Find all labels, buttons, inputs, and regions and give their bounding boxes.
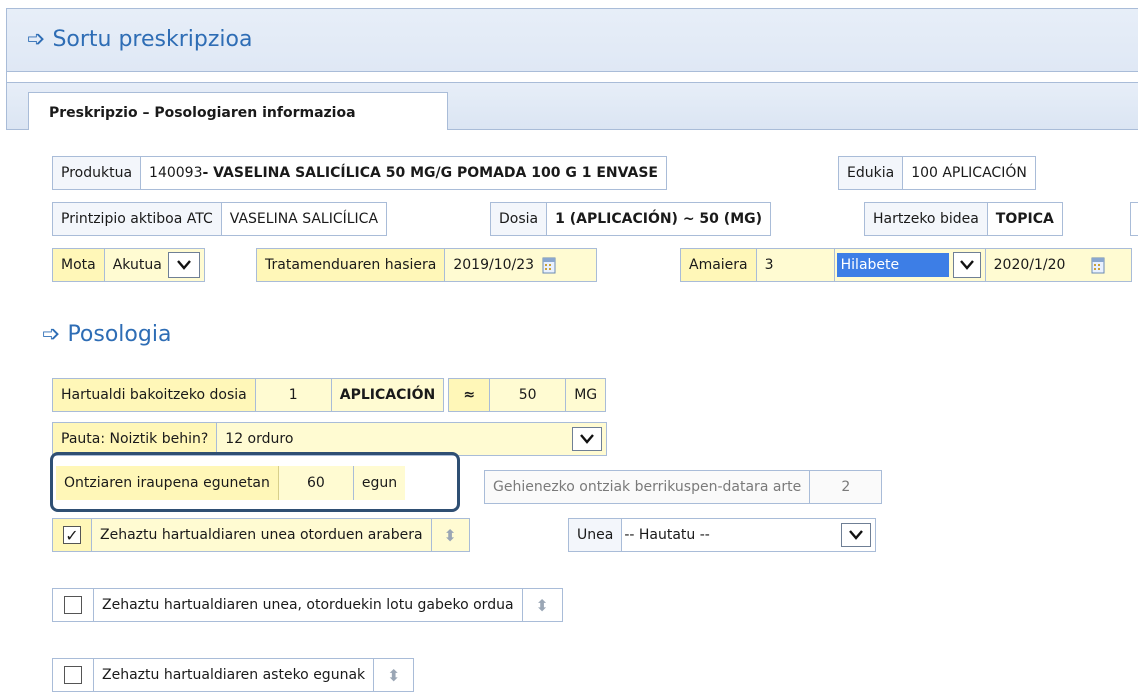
type-select[interactable]: Akutua [104,248,205,282]
product-value: 140093 - VASELINA SALICÍLICA 50 MG/G POM… [141,156,667,190]
arrow-right-icon: ➩ [42,322,61,347]
arrow-right-icon: ➩ [27,27,46,52]
checkbox-icon [64,666,82,684]
week-days-checkbox[interactable] [52,658,94,692]
by-meals-checkbox[interactable]: ✓ [52,518,92,552]
calendar-icon[interactable] [542,256,556,274]
content-label: Edukia [838,156,904,190]
pattern-label: Pauta: Noiztik behin? [52,422,218,456]
highlight-box [50,452,460,512]
content-field: Edukia 100 APLICACIÓN [838,156,1036,190]
by-meals-label: Zehaztu hartualdiaren unea otorduen arab… [92,518,432,552]
end-label: Amaiera [680,248,757,282]
week-days-label: Zehaztu hartualdiaren asteko egunak [94,658,375,692]
end-date-input[interactable]: 2020/1/20 [985,248,1132,282]
moment-field: Unea -- Hautatu -- [568,518,877,552]
route-field: Hartzeko bidea TOPICA [864,202,1063,236]
dose-label: Dosia [490,202,548,236]
mg-unit: MG [566,378,607,412]
route-value: TOPICA [987,202,1063,236]
active-principle-field: Printzipio aktiboa ATC VASELINA SALICÍLI… [52,202,388,236]
end-unit-select[interactable]: Hilabete [834,248,986,282]
max-containers-input: 2 [810,470,883,504]
end-number-input[interactable]: 3 [756,248,835,282]
moment-select[interactable]: -- Hautatu -- [622,518,877,552]
checkmark-icon: ✓ [63,526,81,545]
chevron-down-icon[interactable] [167,252,200,278]
active-principle-value: VASELINA SALICÍLICA [221,202,388,236]
type-field: Mota Akutua [52,248,205,282]
treatment-start-field: Tratamenduaren hasiera 2019/10/23 [256,248,598,282]
end-field: Amaiera 3 Hilabete 2020/1/20 [680,248,1132,282]
type-label: Mota [52,248,105,282]
mg-amount-input[interactable]: 50 [490,378,567,412]
content-value: 100 APLICACIÓN [903,156,1036,190]
calendar-icon[interactable] [1091,256,1105,274]
product-field: Produktua 140093 - VASELINA SALICÍLICA 5… [52,156,667,190]
by-meals-option: ✓ Zehaztu hartualdiaren unea otorduen ar… [52,518,470,552]
pattern-select[interactable]: 12 orduro [217,422,608,456]
moment-label: Unea [568,518,623,552]
chevron-down-icon[interactable] [952,252,981,278]
app-window: ➩ Sortu preskripzioa Preskripzio – Posol… [0,0,1138,700]
unrelated-hour-option: Zehaztu hartualdiaren unea, otorduekin l… [52,588,563,622]
tab-prescription-posology[interactable]: Preskripzio – Posologiaren informazioa [28,92,448,130]
max-containers-field: Gehienezko ontziak berrikuspen-datara ar… [484,470,883,504]
product-label: Produktua [52,156,142,190]
pattern-field: Pauta: Noiztik behin? 12 orduro [52,422,608,456]
dose-field: Dosia 1 (APLICACIÓN) ~ 50 (MG) [490,202,772,236]
route-overflow-edge [1130,202,1138,236]
dose-per-intake-amount-input[interactable]: 1 [255,378,332,412]
treatment-start-label: Tratamenduaren hasiera [256,248,446,282]
chevron-down-icon[interactable] [841,523,872,547]
sort-updown-icon[interactable]: ⬍ [374,658,415,692]
max-containers-label: Gehienezko ontziak berrikuspen-datara ar… [484,470,811,504]
title-bar: ➩ Sortu preskripzioa [6,8,1138,72]
unrelated-hour-checkbox[interactable] [52,588,94,622]
active-principle-label: Printzipio aktiboa ATC [52,202,222,236]
sort-updown-icon[interactable]: ⬍ [431,518,470,552]
unrelated-hour-label: Zehaztu hartualdiaren unea, otorduekin l… [94,588,523,622]
dose-per-intake-field: Hartualdi bakoitzeko dosia 1 APLICACIÓN … [52,378,607,412]
dose-per-intake-label: Hartualdi bakoitzeko dosia [52,378,256,412]
checkbox-icon [64,596,82,614]
dose-value: 1 (APLICACIÓN) ~ 50 (MG) [547,202,772,236]
chevron-down-icon[interactable] [572,427,603,451]
dose-per-intake-unit: APLICACIÓN [331,378,445,412]
approx-icon[interactable]: ≈ [448,378,491,412]
posology-section-title: ➩ Posologia [42,322,172,347]
week-days-option: Zehaztu hartualdiaren asteko egunak ⬍ [52,658,415,692]
route-label: Hartzeko bidea [864,202,988,236]
page-title: ➩ Sortu preskripzioa [27,27,253,52]
sort-updown-icon[interactable]: ⬍ [522,588,563,622]
treatment-start-date-input[interactable]: 2019/10/23 [445,248,598,282]
